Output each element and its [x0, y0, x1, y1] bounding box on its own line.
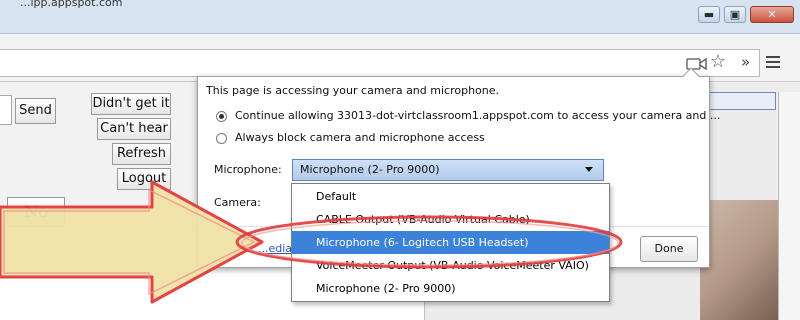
extensions-overflow-chevron[interactable]: » [741, 53, 750, 71]
chat-input[interactable] [0, 95, 12, 125]
block-radio-label[interactable]: Always block camera and microphone acces… [235, 131, 485, 144]
cant-hear-button[interactable]: Can't hear [97, 118, 171, 140]
send-button[interactable]: Send [15, 98, 56, 124]
microphone-select-value: Microphone (2- Pro 9000) [300, 163, 440, 176]
maximize-button[interactable]: ▣ [724, 6, 746, 23]
allow-radio-label[interactable]: Continue allowing 33013-dot-virtclassroo… [235, 109, 720, 122]
block-radio[interactable] [216, 133, 227, 144]
close-button[interactable]: ✕ [750, 6, 794, 23]
bubble-title: This page is accessing your camera and m… [206, 84, 500, 97]
dropdown-option[interactable]: Default [292, 185, 609, 208]
annotation-arrow [0, 180, 264, 304]
chevron-down-icon[interactable] [585, 167, 593, 172]
minimize-button[interactable]: ▬ [698, 6, 720, 23]
bookmark-star-icon[interactable]: ☆ [708, 52, 728, 72]
dropdown-option[interactable]: Microphone (2- Pro 9000) [292, 277, 609, 300]
refresh-button[interactable]: Refresh [112, 143, 171, 165]
done-button[interactable]: Done [640, 236, 698, 262]
video-header-bar [705, 92, 776, 110]
address-bar[interactable] [0, 49, 760, 77]
allow-radio[interactable] [216, 111, 227, 122]
window-title: ...ipp.appspot.com [20, 0, 123, 9]
menu-icon[interactable] [766, 56, 780, 70]
annotation-highlight-oval [235, 215, 623, 269]
video-scrollbar[interactable] [778, 92, 800, 320]
didnt-get-it-button[interactable]: Didn't get it [91, 93, 171, 115]
